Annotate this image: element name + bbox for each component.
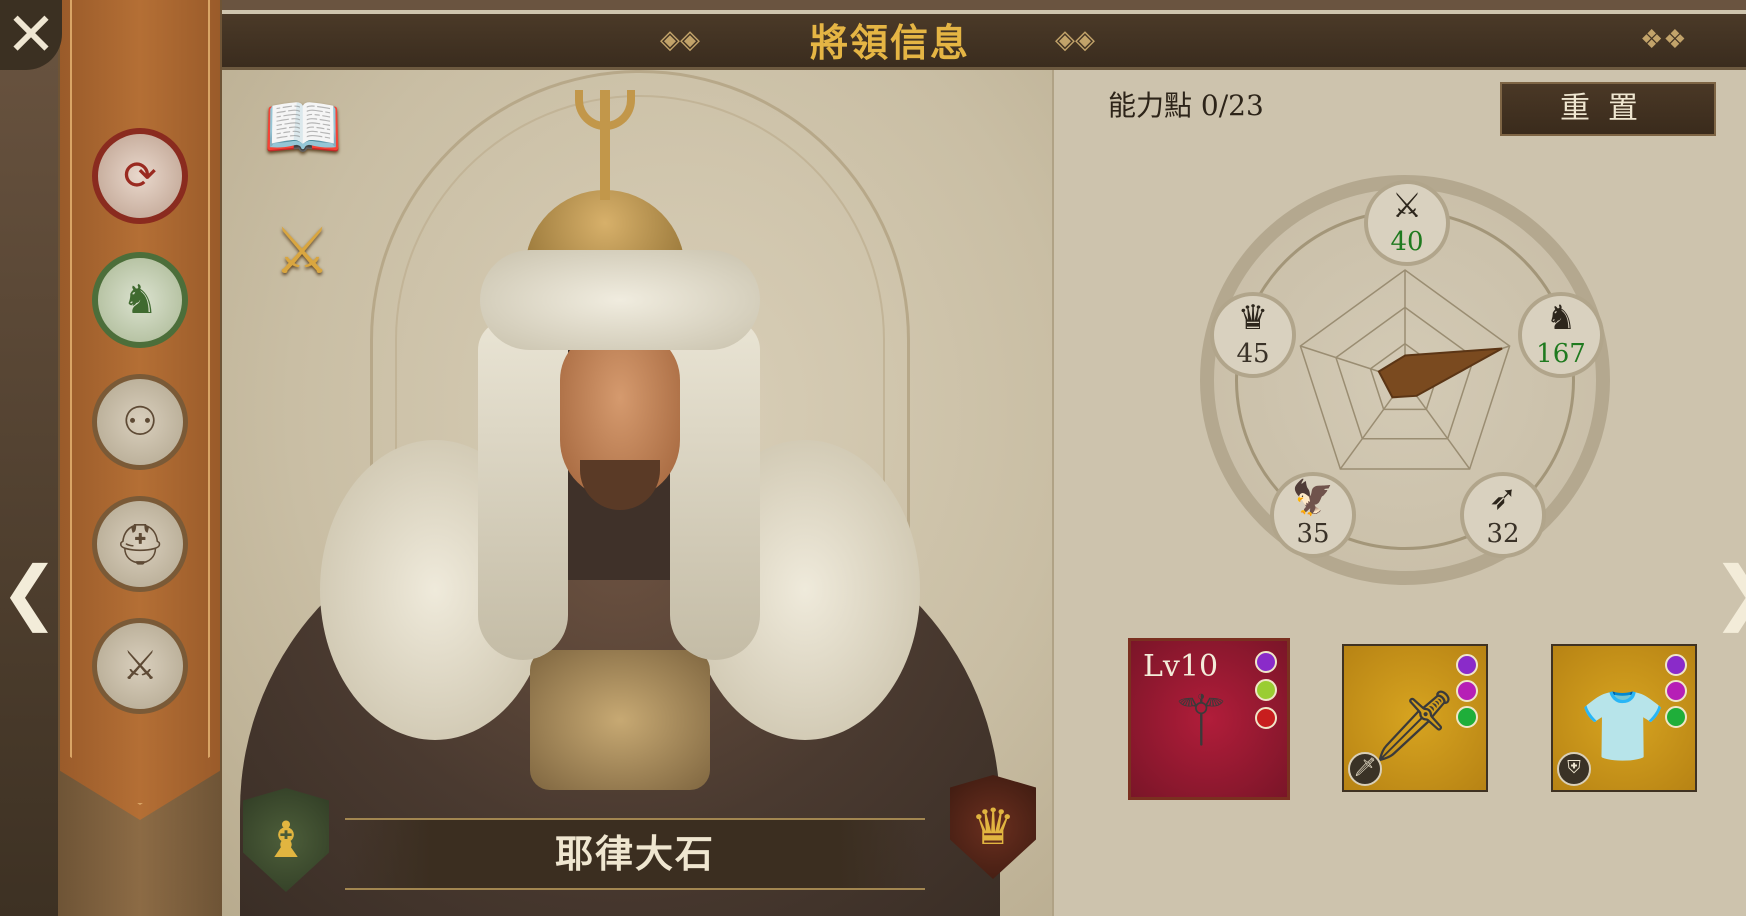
stat-attack[interactable]: ⚔ 40	[1364, 180, 1450, 266]
close-icon: ✕	[5, 0, 57, 70]
chevron-right-icon: ❯	[1712, 551, 1746, 633]
bishop-chess-icon: ♝	[263, 811, 309, 869]
gem-icon	[1456, 654, 1478, 676]
gem-icon	[1665, 706, 1687, 728]
armor-type-icon: ⛨	[1557, 752, 1591, 786]
stat-archery-value: 32	[1486, 519, 1520, 549]
attribute-radar-shape	[1377, 347, 1503, 399]
gem-icon	[1665, 654, 1687, 676]
crossed-swords-icon: ⚔	[1391, 186, 1423, 226]
upgrade-sword-icon: ⚔	[122, 643, 158, 689]
chevron-left-icon: ❮	[0, 551, 59, 633]
reset-button[interactable]: 重置	[1500, 82, 1716, 136]
knight-icon: ♞	[1545, 298, 1577, 338]
hero-name: 耶律大石	[554, 831, 715, 876]
side-menu-upgrade[interactable]: ⚔	[92, 618, 188, 714]
stat-command[interactable]: ♛ 45	[1210, 292, 1296, 378]
stat-attack-value: 40	[1390, 227, 1424, 257]
equipment-slot-sword[interactable]: 🗡 🗡	[1342, 644, 1488, 792]
swap-commanders-icon: ⟳	[123, 153, 157, 199]
stat-archery[interactable]: ➶ 32	[1460, 472, 1546, 558]
gem-icon	[1456, 680, 1478, 702]
gem-icon	[1665, 680, 1687, 702]
close-button[interactable]: ✕	[0, 0, 62, 70]
crown-icon: ♛	[970, 798, 1016, 856]
helmet-icon: ⛑	[114, 521, 166, 568]
stat-eagle-value: 35	[1296, 519, 1330, 549]
title-ornament-right: ◈◈	[1055, 25, 1095, 55]
bow-icon: ➶	[1488, 478, 1518, 518]
corner-ornament: ❖❖	[1640, 25, 1687, 55]
next-hero-button[interactable]: ❯	[1712, 552, 1746, 632]
eagle-icon: 🦅	[1291, 478, 1335, 518]
book-quill-icon: 📖	[263, 91, 343, 165]
side-menu-helmet[interactable]: ⛑	[92, 496, 188, 592]
shield-crossed-swords-icon: ⚔	[273, 215, 331, 289]
page-title: 將領信息	[809, 20, 970, 65]
equipment-slot-armor[interactable]: 👕 ⛨	[1551, 644, 1697, 792]
stat-cavalry[interactable]: ♞ 167	[1518, 292, 1604, 378]
side-menu-knight-sword[interactable]: ♞	[92, 252, 188, 348]
prev-hero-button[interactable]: ❮	[0, 552, 59, 632]
side-menu-swap-commanders[interactable]: ⟳	[92, 128, 188, 224]
stat-eagle[interactable]: 🦅 35	[1270, 472, 1356, 558]
knight-sword-icon: ♞	[122, 277, 158, 323]
stat-command-value: 45	[1236, 339, 1270, 369]
gem-icon	[1255, 707, 1277, 729]
stat-cavalry-value: 167	[1536, 339, 1586, 369]
gem-icon	[1255, 679, 1277, 701]
hero-portrait	[240, 90, 1000, 916]
mace-icon: ⚚	[1169, 680, 1233, 762]
side-menu-troops[interactable]: ⚇	[92, 374, 188, 470]
gem-icon	[1456, 706, 1478, 728]
crown-icon: ♛	[1237, 298, 1269, 338]
equipment-slot-weapon-mace[interactable]: Lv10 ⚚	[1128, 638, 1290, 800]
ability-points: 能力點 0/23	[1108, 89, 1264, 122]
weapon-type-icon: 🗡	[1348, 752, 1382, 786]
gem-icon	[1255, 651, 1277, 673]
title-ornament-left: ◈◈	[660, 25, 700, 55]
hero-skills-button[interactable]: ⚔	[252, 212, 352, 302]
hero-biography-button[interactable]: 📖	[248, 88, 358, 178]
troops-group-icon: ⚇	[122, 399, 158, 445]
